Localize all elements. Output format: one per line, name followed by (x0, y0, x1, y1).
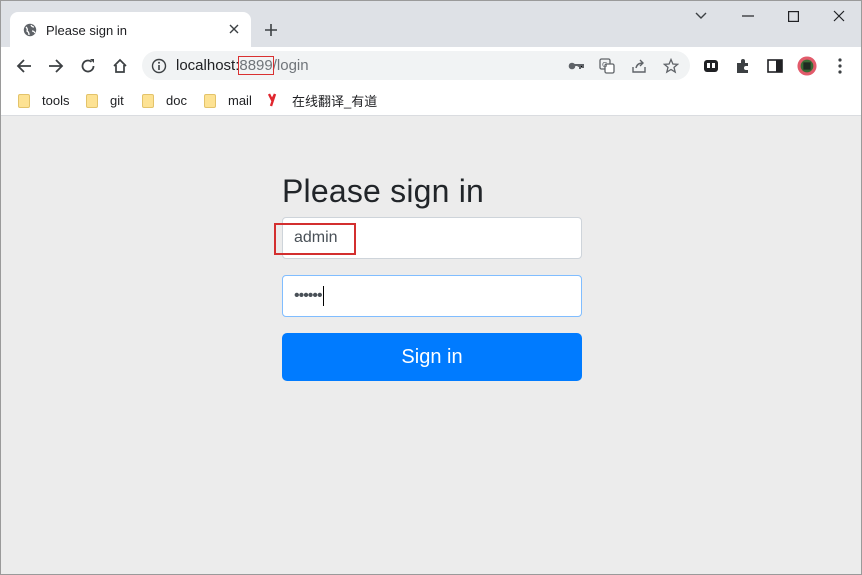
side-panel-icon[interactable] (765, 56, 785, 76)
bookmark-doc[interactable]: doc (142, 90, 187, 110)
tab-title: Please sign in (46, 23, 127, 38)
browser-toolbar: localhost:8899/login G (1, 47, 861, 85)
svg-text:G: G (602, 61, 607, 69)
bookmark-label: 在线翻译_有道 (292, 93, 378, 109)
star-icon[interactable] (662, 57, 680, 75)
home-icon[interactable] (109, 55, 131, 77)
back-icon[interactable] (13, 55, 35, 77)
youdao-icon (268, 93, 280, 107)
reload-icon[interactable] (77, 55, 99, 77)
url-port: 8899 (238, 56, 274, 75)
close-icon[interactable] (226, 21, 242, 37)
translate-icon[interactable]: G (598, 57, 616, 75)
page-title: Please sign in (282, 173, 485, 209)
folder-icon (18, 93, 30, 108)
share-icon[interactable] (630, 57, 648, 75)
extension-app-icon[interactable] (701, 56, 721, 76)
address-bar[interactable]: localhost:8899/login G (142, 51, 690, 80)
close-window-icon[interactable] (829, 6, 849, 26)
puzzle-icon[interactable] (733, 56, 753, 76)
new-tab-button[interactable] (261, 20, 281, 40)
maximize-icon[interactable] (783, 6, 803, 26)
profile-avatar[interactable] (797, 56, 817, 76)
bookmark-label: doc (166, 92, 187, 108)
page-content: Please sign in admin •••••• Sign in (1, 117, 861, 574)
bookmark-tools[interactable]: tools (18, 90, 69, 110)
bookmark-mail[interactable]: mail (204, 90, 252, 110)
sign-in-button[interactable]: Sign in (282, 333, 582, 381)
forward-icon[interactable] (45, 55, 67, 77)
bookmark-label: git (110, 92, 124, 108)
folder-icon (86, 93, 98, 108)
username-value: admin (294, 229, 338, 246)
key-icon[interactable] (567, 57, 585, 75)
bookmark-git[interactable]: git (86, 90, 124, 110)
url-host: localhost: (176, 57, 240, 74)
bookmarks-bar: tools git doc mail 在线翻译_有道 (1, 85, 861, 116)
site-info-icon[interactable] (151, 58, 167, 74)
password-value: •••••• (294, 287, 323, 304)
tab-search-chevron-icon[interactable] (691, 6, 711, 26)
bookmark-youdao[interactable]: 在线翻译_有道 (268, 90, 377, 110)
text-caret (322, 286, 324, 306)
browser-window: Please sign in localhost:8899/login G to… (0, 0, 862, 575)
tab-strip: Please sign in (1, 1, 861, 47)
minimize-icon[interactable] (738, 6, 758, 26)
bookmark-label: mail (228, 92, 252, 108)
more-menu-icon[interactable] (830, 56, 850, 76)
url-path: /login (272, 57, 309, 74)
folder-icon (204, 93, 216, 108)
bookmark-label: tools (42, 92, 70, 108)
folder-icon (142, 93, 154, 108)
tab-please-sign-in[interactable]: Please sign in (10, 12, 251, 47)
globe-icon (23, 23, 37, 37)
username-input[interactable]: admin (282, 217, 582, 259)
url-text: localhost:8899/login (176, 56, 309, 75)
password-input[interactable]: •••••• (282, 275, 582, 317)
